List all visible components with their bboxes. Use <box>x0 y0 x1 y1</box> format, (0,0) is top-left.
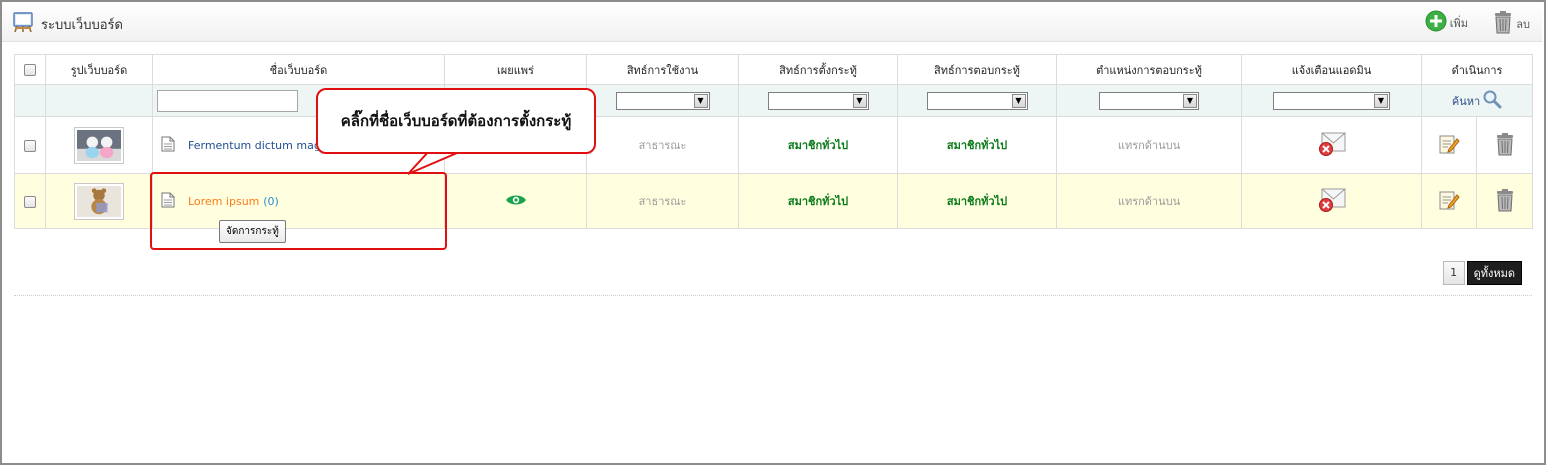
col-header-publish[interactable]: เผยแพร่ <box>444 54 587 85</box>
usage-right-cell: สาธารณะ <box>586 116 739 174</box>
admin-notify-cell <box>1241 173 1422 229</box>
document-icon <box>161 192 175 211</box>
window-title: ระบบเว็บบอร์ด <box>41 18 123 33</box>
name-filter-input[interactable] <box>157 89 298 112</box>
filter-empty-cell <box>14 84 46 117</box>
edit-note-icon[interactable] <box>1438 191 1460 214</box>
add-button[interactable]: เพิ่ม <box>1425 10 1468 35</box>
chevron-down-icon: ▼ <box>852 93 867 108</box>
reply-right-value: สมาชิกทั่วไป <box>946 195 1008 208</box>
col-header-admin-notify[interactable]: แจ้งเตือนแอดมิน <box>1241 54 1422 85</box>
post-right-value: สมาชิกทั่วไป <box>787 139 849 152</box>
col-header-actions: ดำเนินการ <box>1421 54 1533 85</box>
col-header-reply-right[interactable]: สิทธ์การตอบกระทู้ <box>897 54 1057 85</box>
select-all-checkbox[interactable] <box>24 64 36 76</box>
title-bar: ระบบเว็บบอร์ด เพิ่ม ลบ <box>2 2 1542 42</box>
table-row: Fermentum dictum mag สาธารณะ สมาชิกทั่วไ… <box>14 116 1533 174</box>
admin-notify-cell <box>1241 116 1422 174</box>
reply-right-value: สมาชิกทั่วไป <box>946 139 1008 152</box>
search-label: ค้นหา <box>1451 94 1481 108</box>
usage-right-value: สาธารณะ <box>638 139 687 152</box>
mail-blocked-icon[interactable] <box>1317 132 1347 160</box>
board-name-link[interactable]: Fermentum dictum mag <box>188 139 321 152</box>
select-all-cell <box>14 54 46 85</box>
col-header-reply-position[interactable]: ตำแหน่งการตอบกระทู้ <box>1056 54 1242 85</box>
delete-cell <box>1476 173 1533 229</box>
document-icon <box>161 136 175 155</box>
trash-icon <box>1493 10 1513 37</box>
edit-note-icon[interactable] <box>1438 135 1460 158</box>
usage-right-cell: สาธารณะ <box>586 173 739 229</box>
post-right-cell: สมาชิกทั่วไป <box>738 116 898 174</box>
webboard-table: รูปเว็บบอร์ด ชื่อเว็บบอร์ด เผยแพร่ สิทธ์… <box>14 54 1533 229</box>
page-number-button[interactable]: 1 <box>1442 261 1465 285</box>
board-name-link[interactable]: Lorem ipsum <box>188 195 259 208</box>
admin-notify-select[interactable]: ▼ <box>1273 91 1390 110</box>
col-header-image: รูปเว็บบอร์ด <box>45 54 153 85</box>
filter-empty-cell <box>45 84 153 117</box>
board-thumbnail[interactable] <box>74 126 124 164</box>
easel-icon <box>12 11 34 36</box>
reply-position-cell: แทรกด้านบน <box>1056 173 1242 229</box>
add-label: เพิ่ม <box>1449 16 1468 30</box>
mail-blocked-icon[interactable] <box>1317 188 1347 216</box>
filter-reply-cell: ▼ <box>897 84 1057 117</box>
row-checkbox-cell <box>14 173 46 229</box>
eye-icon[interactable] <box>505 195 527 210</box>
usage-right-select[interactable]: ▼ <box>615 91 710 110</box>
magnifier-icon <box>1482 89 1502 112</box>
chevron-down-icon: ▼ <box>693 93 708 108</box>
filter-row: ▼ ▼ ▼ ▼ ▼ ค้นหา <box>14 84 1533 117</box>
row-checkbox[interactable] <box>24 139 36 152</box>
view-all-button[interactable]: ดูทั้งหมด <box>1466 261 1522 285</box>
chevron-down-icon: ▼ <box>1374 93 1388 108</box>
filter-position-cell: ▼ <box>1056 84 1242 117</box>
filter-usage-cell: ▼ <box>586 84 739 117</box>
post-right-value: สมาชิกทั่วไป <box>787 195 849 208</box>
post-right-cell: สมาชิกทั่วไป <box>738 173 898 229</box>
row-checkbox-cell <box>14 116 46 174</box>
board-thumbnail[interactable] <box>74 182 124 220</box>
trash-icon[interactable] <box>1495 188 1515 215</box>
delete-button[interactable]: ลบ <box>1493 10 1530 37</box>
topic-count: (0) <box>263 195 279 208</box>
reply-right-select[interactable]: ▼ <box>926 91 1028 110</box>
row-checkbox[interactable] <box>24 195 36 208</box>
thumbnail-cell <box>45 116 153 174</box>
delete-cell <box>1476 116 1533 174</box>
chevron-down-icon: ▼ <box>1011 93 1026 108</box>
post-right-select[interactable]: ▼ <box>767 91 869 110</box>
reply-position-value: แทรกด้านบน <box>1117 195 1181 208</box>
filter-search-cell: ค้นหา <box>1421 84 1533 117</box>
col-header-usage-right[interactable]: สิทธ์การใช้งาน <box>586 54 739 85</box>
instruction-callout: คลิ๊กที่ชื่อเว็บบอร์ดที่ต้องการตั้งกระทู… <box>316 88 596 154</box>
edit-cell <box>1421 116 1477 174</box>
pagination: 1 ดูทั้งหมด <box>1442 261 1522 285</box>
name-cell: Lorem ipsum (0) <box>152 173 445 229</box>
manage-topics-tooltip: จัดการกระทู้ <box>219 220 286 243</box>
thumbnail-cell <box>45 173 153 229</box>
reply-position-select[interactable]: ▼ <box>1099 91 1199 110</box>
publish-cell <box>444 173 587 229</box>
chevron-down-icon: ▼ <box>1183 93 1197 108</box>
filter-notify-cell: ▼ <box>1241 84 1422 117</box>
col-header-post-right[interactable]: สิทธ์การตั้งกระทู้ <box>738 54 898 85</box>
plus-circle-icon <box>1425 10 1447 35</box>
edit-cell <box>1421 173 1477 229</box>
reply-position-value: แทรกด้านบน <box>1117 139 1181 152</box>
reply-right-cell: สมาชิกทั่วไป <box>897 173 1057 229</box>
col-header-name[interactable]: ชื่อเว็บบอร์ด <box>152 54 445 85</box>
usage-right-value: สาธารณะ <box>638 195 687 208</box>
filter-post-cell: ▼ <box>738 84 898 117</box>
search-button[interactable]: ค้นหา <box>1422 89 1532 112</box>
trash-icon[interactable] <box>1495 132 1515 159</box>
divider <box>14 295 1532 296</box>
reply-right-cell: สมาชิกทั่วไป <box>897 116 1057 174</box>
table-header-row: รูปเว็บบอร์ด ชื่อเว็บบอร์ด เผยแพร่ สิทธ์… <box>14 54 1533 85</box>
delete-label: ลบ <box>1516 17 1530 31</box>
reply-position-cell: แทรกด้านบน <box>1056 116 1242 174</box>
